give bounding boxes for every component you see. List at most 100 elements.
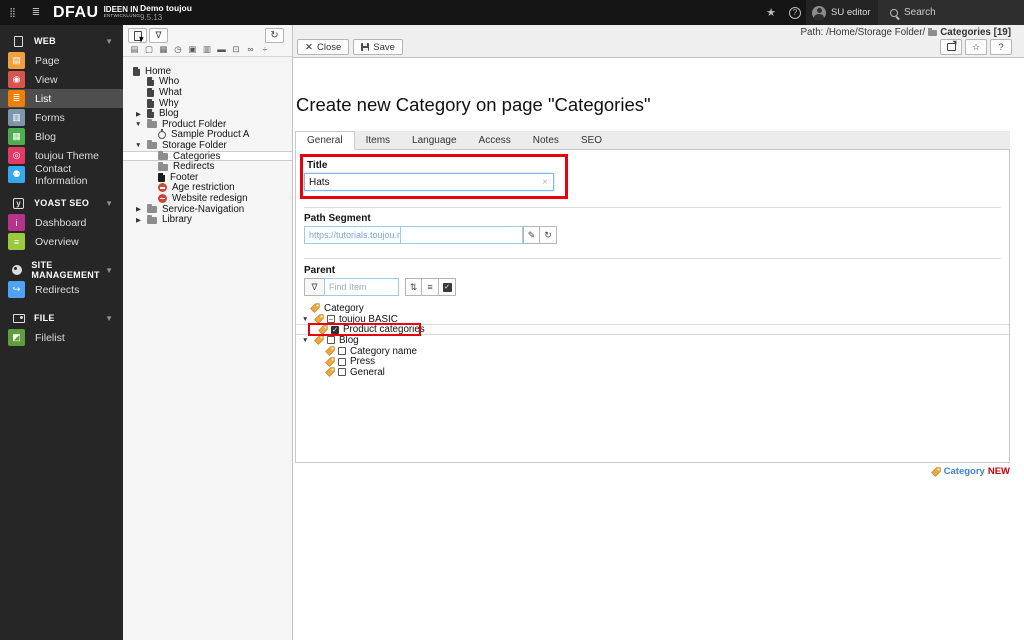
expand-collapse-tree-button[interactable]: ⇅ <box>405 278 422 296</box>
folder-icon <box>147 119 157 129</box>
checkbox-checked[interactable]: ✓ <box>331 325 339 334</box>
checkbox-unchecked[interactable] <box>338 347 346 356</box>
slug-input[interactable] <box>401 226 523 244</box>
divider-type-icon[interactable]: ÷ <box>261 44 270 55</box>
pagetree-item-service-navigation[interactable]: ▶ Service-Navigation <box>123 204 292 215</box>
form-type-icon[interactable]: ▥ <box>203 44 212 55</box>
sidebar-group-web[interactable]: WEB ▼ <box>0 31 123 51</box>
user-name: SU editor <box>831 7 871 18</box>
tab-access[interactable]: Access <box>468 131 522 149</box>
pagetree-item-website-redesign[interactable]: Website redesign <box>123 193 292 204</box>
pagetree-item-sample-product-a[interactable]: Sample Product A <box>123 128 292 140</box>
category-item-root[interactable]: Category <box>296 303 1009 314</box>
sidebar-item-list[interactable]: ≣ List <box>0 89 123 108</box>
save-button[interactable]: Save <box>353 39 403 55</box>
collapse-arrow-icon[interactable]: ▼ <box>135 142 141 149</box>
sidebar-item-overview[interactable]: ≡ Overview <box>0 232 123 251</box>
category-item-toujou-basic[interactable]: ▼ – toujou BASIC <box>296 314 1009 325</box>
find-item-input[interactable] <box>324 278 399 296</box>
sidebar-item-redirects[interactable]: ↪ Redirects <box>0 280 123 299</box>
tab-items[interactable]: Items <box>355 131 401 149</box>
navigation-toggle-icon[interactable]: ≣ <box>24 0 48 25</box>
pagetree-item-age-restriction[interactable]: Age restriction <box>123 182 292 193</box>
category-item-category-name[interactable]: Category name <box>296 346 1009 357</box>
page-grid-type-icon[interactable]: ▦ <box>159 44 168 55</box>
clear-icon[interactable]: × <box>542 177 553 188</box>
link-type-icon[interactable]: ∞ <box>246 44 255 55</box>
checkbox-unchecked[interactable] <box>338 368 346 377</box>
global-search[interactable]: Search <box>878 0 1024 25</box>
pagetree-item-product-folder[interactable]: ▼ Product Folder <box>123 119 292 130</box>
module-menu-toggle-icon[interactable]: ⣿ <box>0 0 24 25</box>
title-field: × <box>304 173 554 191</box>
checkbox-indeterminate[interactable]: – <box>327 315 335 324</box>
media-type-icon[interactable]: ▣ <box>188 44 197 55</box>
refresh-tree-button[interactable]: ↻ <box>265 28 284 43</box>
help-icon[interactable]: ? <box>784 0 806 25</box>
sidebar-item-contact-information[interactable]: ⚉ Contact Information <box>0 163 123 187</box>
checkbox-unchecked[interactable] <box>327 336 335 345</box>
expand-arrow-icon[interactable]: ▶ <box>136 216 141 224</box>
legend-category-link[interactable]: Category <box>944 466 985 477</box>
pagetree-item-footer[interactable]: Footer <box>123 172 292 183</box>
collapse-arrow-icon[interactable]: ▼ <box>302 316 308 323</box>
clock-type-icon[interactable]: ◷ <box>174 44 183 55</box>
pagetree-item-storage-folder[interactable]: ▼ Storage Folder <box>123 140 292 151</box>
sidebar-item-filelist[interactable]: ◩ Filelist <box>0 328 123 347</box>
user-menu[interactable]: SU editor <box>806 0 878 25</box>
pagetree-item-why[interactable]: Why <box>123 98 292 109</box>
bookmark-star-icon[interactable]: ★ <box>760 0 782 25</box>
title-input[interactable] <box>305 176 543 188</box>
bookmark-button[interactable]: ☆ <box>965 39 987 55</box>
sidebar-item-forms[interactable]: ▥ Forms <box>0 108 123 127</box>
shortcut-type-icon[interactable]: ⊡ <box>232 44 241 55</box>
sidebar-item-page[interactable]: ▤ Page <box>0 51 123 70</box>
new-page-button[interactable] <box>128 28 147 43</box>
hidden-page-icon <box>158 193 167 203</box>
sidebar-item-blog[interactable]: ▦ Blog <box>0 127 123 146</box>
pagetree-item-categories[interactable]: Categories <box>123 151 292 162</box>
page-icon <box>147 77 154 87</box>
show-list-button[interactable]: ≡ <box>422 278 439 296</box>
folder-icon <box>147 214 157 224</box>
open-in-new-window-button[interactable] <box>940 39 962 55</box>
sidebar-group-file[interactable]: FILE ▼ <box>0 308 123 328</box>
sidebar-item-dashboard[interactable]: i Dashboard <box>0 213 123 232</box>
pagetree-item-what[interactable]: What <box>123 87 292 98</box>
tab-language[interactable]: Language <box>401 131 468 149</box>
tab-general[interactable]: General <box>295 131 355 150</box>
sidebar-item-view[interactable]: ◉ View <box>0 70 123 89</box>
category-item-product-categories[interactable]: ✓ Product categories <box>296 323 1009 337</box>
pagetree-item-who[interactable]: Who <box>123 76 292 87</box>
collapse-arrow-icon[interactable]: ▼ <box>302 337 308 344</box>
close-button[interactable]: ✕ Close <box>297 39 350 55</box>
category-item-blog[interactable]: ▼ Blog <box>296 335 1009 346</box>
brand-logo[interactable]: DFAU IDEEN IN ENTWICKLUNG <box>53 0 140 25</box>
current-page-label: Categories [19] <box>940 27 1011 38</box>
pagetree-item-library[interactable]: ▶ Library <box>123 214 292 225</box>
category-item-press[interactable]: Press <box>296 356 1009 367</box>
pagetree-item-home[interactable]: Home <box>123 66 292 77</box>
pagetree-item-redirects[interactable]: Redirects <box>123 161 292 172</box>
sidebar-group-site-management[interactable]: SITE MANAGEMENT ▼ <box>0 260 123 280</box>
tag-icon <box>318 325 328 335</box>
pagetree-item-blog[interactable]: ▶ Blog <box>123 108 292 119</box>
slug-recalculate-button[interactable]: ↻ <box>540 226 557 244</box>
toggle-checked-button[interactable]: ✓ <box>439 278 456 296</box>
tab-seo[interactable]: SEO <box>570 131 613 149</box>
page-type-icon[interactable]: ▢ <box>145 44 154 55</box>
slug-edit-button[interactable]: ✎ <box>523 226 540 244</box>
checkbox-unchecked[interactable] <box>338 357 346 366</box>
pencil-icon: ✎ <box>527 229 536 240</box>
expand-arrow-icon[interactable]: ▶ <box>136 205 141 213</box>
collapse-arrow-icon[interactable]: ▼ <box>135 121 141 128</box>
filter-button[interactable]: ∇ <box>149 28 168 43</box>
tab-notes[interactable]: Notes <box>522 131 570 149</box>
page-type-icon[interactable]: ▤ <box>130 44 139 55</box>
folder-type-icon[interactable]: ▬ <box>217 44 226 55</box>
page-icon <box>133 66 140 76</box>
expand-arrow-icon[interactable]: ▶ <box>136 110 141 118</box>
category-item-general[interactable]: General <box>296 367 1009 378</box>
sidebar-group-yoast-seo[interactable]: y YOAST SEO ▼ <box>0 193 123 213</box>
help-button[interactable]: ? <box>990 39 1012 55</box>
